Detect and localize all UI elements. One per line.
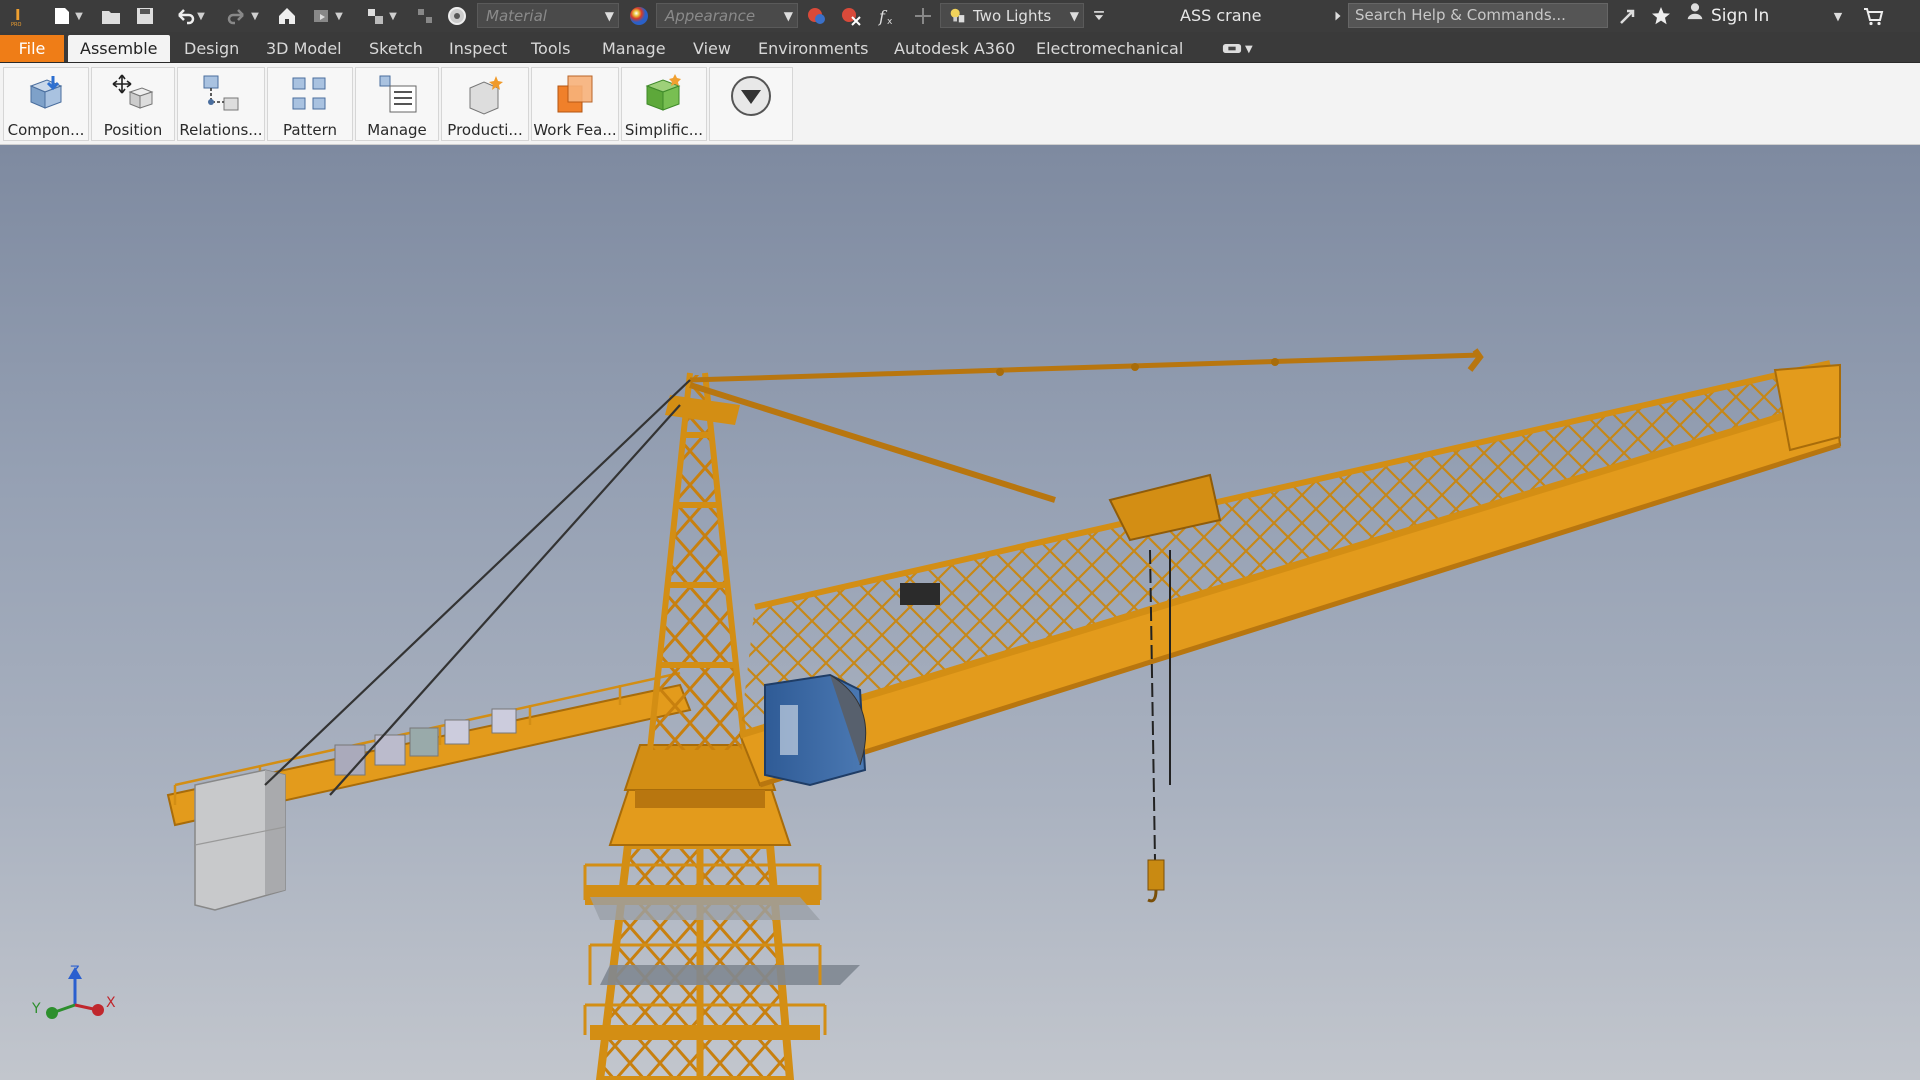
ribbon-display-toggle[interactable]: ▼	[1222, 40, 1253, 59]
document-title: ASS crane	[1180, 6, 1262, 25]
tab-tools[interactable]: Tools	[519, 35, 582, 62]
button-label: Position	[103, 121, 163, 139]
more-panels-button[interactable]	[709, 67, 793, 141]
view-triad[interactable]: Z Y X	[0, 965, 130, 1065]
appearance-adjust-icon[interactable]	[804, 4, 830, 28]
material-dropdown[interactable]: Material ▼	[477, 3, 619, 28]
move-component-icon	[112, 74, 154, 109]
chevron-down-icon: ▼	[1245, 44, 1253, 55]
relationships-button[interactable]: Relations...	[177, 67, 265, 141]
button-label: Producti...	[447, 121, 523, 139]
button-label: Simplific...	[624, 121, 704, 139]
save-icon[interactable]	[132, 4, 158, 28]
appearance-ball-icon	[626, 4, 652, 28]
productivity-button[interactable]: Producti...	[441, 67, 529, 141]
tower-mast	[583, 744, 860, 1080]
pattern-icon	[292, 77, 326, 110]
tab-inspect[interactable]: Inspect	[437, 35, 519, 62]
button-label: Compon...	[7, 121, 85, 139]
svg-text:x: x	[887, 17, 893, 27]
ribbon-panel: Compon... Position Relations... Pattern	[0, 63, 1920, 145]
color-wheel-icon[interactable]	[444, 4, 470, 28]
title-bar: IPRO ▼ ▼ ▼ ▼ ▼ Material ▼ Appearance ▼	[0, 0, 1920, 32]
user-icon	[1685, 0, 1705, 32]
x-axis-label: X	[106, 995, 116, 1011]
chevron-right-icon[interactable]	[1330, 4, 1346, 28]
appearance-dropdown[interactable]: Appearance ▼	[656, 3, 798, 28]
home-icon[interactable]	[274, 4, 300, 28]
tab-design[interactable]: Design	[172, 35, 251, 62]
sign-in-label: Sign In	[1711, 6, 1770, 26]
lighting-style-value: Two Lights	[973, 7, 1052, 25]
appearance-placeholder: Appearance	[665, 7, 756, 25]
chevron-down-icon[interactable]: ▼	[1830, 4, 1846, 28]
favorites-star-icon[interactable]	[1648, 4, 1674, 28]
app-logo-icon[interactable]: I PRO	[6, 4, 32, 28]
clear-appearance-icon[interactable]	[838, 4, 864, 28]
work-plane-icon	[557, 75, 593, 113]
undo-icon[interactable]: ▼	[168, 4, 210, 28]
constraint-icon	[203, 75, 239, 111]
tab-electromechanical[interactable]: Electromechanical	[1024, 35, 1195, 62]
tab-view[interactable]: View	[681, 35, 743, 62]
material-placeholder: Material	[486, 7, 547, 25]
svg-text:PRO: PRO	[11, 22, 21, 27]
tab-environments[interactable]: Environments	[746, 35, 881, 62]
measure-icon[interactable]	[412, 4, 438, 28]
chevron-down-icon: ▼	[1069, 9, 1079, 23]
search-input[interactable]: Search Help & Commands...	[1348, 3, 1608, 28]
customize-icon[interactable]	[1090, 4, 1108, 28]
panel-toggle-icon	[1222, 40, 1242, 59]
operator-cab	[764, 673, 867, 787]
tab-assemble[interactable]: Assemble	[68, 35, 170, 62]
productivity-icon	[469, 76, 503, 115]
exchange-icon[interactable]	[1615, 4, 1641, 28]
select-icon[interactable]: ▼	[360, 4, 402, 28]
chevron-down-icon: ▼	[604, 9, 614, 23]
tab-manage[interactable]: Manage	[590, 35, 678, 62]
ribbon-tabs: File Assemble Design 3D Model Sketch Ins…	[0, 32, 1920, 63]
tab-autodesk-a360[interactable]: Autodesk A360	[882, 35, 1027, 62]
tab-3d-model[interactable]: 3D Model	[254, 35, 354, 62]
lightbulb-icon	[947, 6, 967, 34]
simplification-button[interactable]: Simplific...	[621, 67, 707, 141]
tower-crane-model[interactable]	[0, 145, 1920, 1080]
open-icon[interactable]	[98, 4, 124, 28]
y-axis-label: Y	[31, 1001, 41, 1017]
update-icon[interactable]: ▼	[306, 4, 348, 28]
graphics-viewport[interactable]: Z Y X	[0, 145, 1920, 1080]
button-label: Relations...	[179, 121, 263, 139]
tab-file[interactable]: File	[0, 35, 64, 62]
cart-icon[interactable]	[1860, 4, 1886, 28]
counter-jib	[166, 671, 692, 911]
manage-button[interactable]: Manage	[355, 67, 439, 141]
lighting-style-dropdown[interactable]: Two Lights ▼	[940, 3, 1084, 28]
redo-icon[interactable]: ▼	[222, 4, 264, 28]
function-icon[interactable]: fx	[874, 4, 900, 28]
button-label: Work Fea...	[533, 121, 617, 139]
plus-icon[interactable]	[910, 4, 936, 28]
expand-down-icon	[731, 76, 771, 116]
tab-sketch[interactable]: Sketch	[357, 35, 435, 62]
simplify-icon	[645, 74, 681, 111]
button-label: Manage	[367, 121, 427, 139]
sign-in-button[interactable]: Sign In	[1685, 0, 1769, 32]
main-jib	[738, 360, 1842, 788]
z-axis-label: Z	[70, 965, 80, 980]
new-icon[interactable]: ▼	[46, 4, 88, 28]
button-label: Pattern	[283, 121, 337, 139]
work-features-button[interactable]: Work Fea...	[531, 67, 619, 141]
bill-of-materials-icon	[379, 75, 417, 113]
pattern-button[interactable]: Pattern	[267, 67, 353, 141]
chevron-down-icon: ▼	[783, 9, 793, 23]
tower-head	[647, 372, 748, 751]
place-component-icon	[29, 76, 63, 109]
place-component-button[interactable]: Compon...	[3, 67, 89, 141]
position-button[interactable]: Position	[91, 67, 175, 141]
